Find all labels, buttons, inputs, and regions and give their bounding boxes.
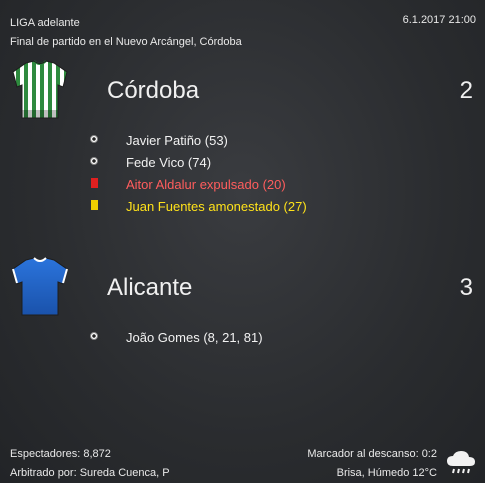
halftime-score: Marcador al descanso: 0:2 <box>307 448 437 460</box>
match-stats-left: Espectadores: 8,872 Arbitrado por: Sured… <box>10 445 170 483</box>
ball-icon <box>89 134 99 146</box>
referee: Arbitrado por: Sureda Cuenca, P <box>10 467 170 479</box>
ball-icon <box>89 156 99 168</box>
home-team-name[interactable]: Córdoba <box>107 77 199 105</box>
striped-shirt-icon <box>12 60 68 119</box>
match-info: LIGA adelante Final de partido en el Nue… <box>10 14 242 52</box>
away-team-name[interactable]: Alicante <box>107 274 192 302</box>
weather-text: Brisa, Húmedo 12°C <box>336 467 437 479</box>
yellow-card-icon <box>89 200 99 212</box>
ball-icon <box>89 331 99 343</box>
event-text[interactable]: Fede Vico (74) <box>126 155 211 170</box>
away-team-row: Alicante 3 <box>0 257 485 317</box>
event-text[interactable]: João Gomes (8, 21, 81) <box>126 330 263 345</box>
event-text[interactable]: Javier Patiño (53) <box>126 133 228 148</box>
event-text[interactable]: Aitor Aldalur expulsado (20) <box>126 177 286 192</box>
blue-shirt-icon <box>12 257 68 316</box>
match-description: Final de partido en el Nuevo Arcángel, C… <box>10 36 242 48</box>
list-item: Javier Patiño (53) <box>0 130 485 152</box>
list-item: Juan Fuentes amonestado (27) <box>0 196 485 218</box>
match-stats-right: Marcador al descanso: 0:2 Brisa, Húmedo … <box>307 445 437 483</box>
competition-name: LIGA adelante <box>10 17 80 29</box>
away-score: 3 <box>459 274 473 301</box>
away-events-list: João Gomes (8, 21, 81) <box>0 327 485 349</box>
list-item: Aitor Aldalur expulsado (20) <box>0 174 485 196</box>
list-item: Fede Vico (74) <box>0 152 485 174</box>
list-item: João Gomes (8, 21, 81) <box>0 327 485 349</box>
home-score: 2 <box>459 77 473 104</box>
cloud-rain-icon <box>447 451 475 474</box>
attendance: Espectadores: 8,872 <box>10 448 111 460</box>
red-card-icon <box>89 178 99 190</box>
event-text[interactable]: Juan Fuentes amonestado (27) <box>126 199 307 214</box>
home-team-row: Córdoba 2 <box>0 60 485 120</box>
match-datetime: 6.1.2017 21:00 <box>402 14 476 26</box>
home-events-list: Javier Patiño (53) Fede Vico (74) Aitor … <box>0 130 485 218</box>
